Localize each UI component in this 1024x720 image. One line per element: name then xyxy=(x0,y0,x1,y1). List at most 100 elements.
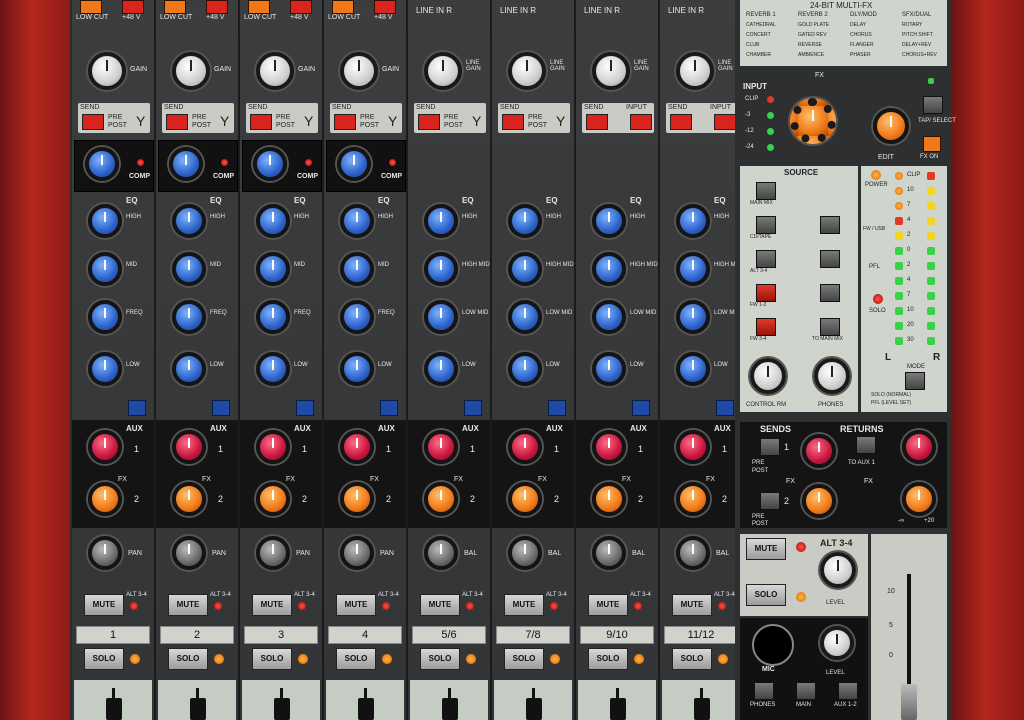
send1-master-knob[interactable] xyxy=(802,434,836,468)
fw-input-button[interactable] xyxy=(714,114,736,130)
line-gain-knob[interactable] xyxy=(592,52,630,90)
to-main-4-button[interactable] xyxy=(820,318,840,336)
mic-level-knob[interactable] xyxy=(820,626,854,660)
channel-fader-knob[interactable] xyxy=(526,698,542,720)
fx-edit-knob[interactable] xyxy=(873,108,909,144)
eq-bypass-button[interactable] xyxy=(128,400,146,416)
eq-high-knob[interactable] xyxy=(172,204,206,238)
gain-knob[interactable] xyxy=(172,52,210,90)
aux1-knob[interactable] xyxy=(676,430,710,464)
mute-button[interactable]: MUTE xyxy=(588,594,628,616)
eq-high-knob[interactable] xyxy=(676,204,710,238)
eq-low-knob[interactable] xyxy=(508,352,542,386)
eq-low-knob[interactable] xyxy=(172,352,206,386)
aux2-knob[interactable] xyxy=(340,482,374,516)
aux1-knob[interactable] xyxy=(88,430,122,464)
eq-low-knob[interactable] xyxy=(676,352,710,386)
line-gain-knob[interactable] xyxy=(424,52,462,90)
send-button[interactable] xyxy=(166,114,188,130)
send-button[interactable] xyxy=(334,114,356,130)
eq-low-knob[interactable] xyxy=(88,352,122,386)
aux1-knob[interactable] xyxy=(340,430,374,464)
solo-button[interactable]: SOLO xyxy=(336,648,376,670)
line-gain-knob[interactable] xyxy=(508,52,546,90)
channel-fader-knob[interactable] xyxy=(442,698,458,720)
eq-high_mid-knob[interactable] xyxy=(676,252,710,286)
return2-knob[interactable] xyxy=(902,482,936,516)
eq-mid-knob[interactable] xyxy=(256,252,290,286)
eq-low_mid-knob[interactable] xyxy=(508,300,542,334)
solo-button[interactable]: SOLO xyxy=(84,648,124,670)
eq-high-knob[interactable] xyxy=(340,204,374,238)
solo-button[interactable]: SOLO xyxy=(168,648,208,670)
mute-button[interactable]: MUTE xyxy=(672,594,712,616)
source-1-button[interactable] xyxy=(756,216,776,234)
to-main-1-button[interactable] xyxy=(820,216,840,234)
return-to-aux1-button[interactable] xyxy=(856,436,876,454)
solo-button[interactable]: SOLO xyxy=(672,648,712,670)
comp-knob[interactable] xyxy=(337,147,371,181)
gain-knob[interactable] xyxy=(88,52,126,90)
aux1-knob[interactable] xyxy=(256,430,290,464)
solo-button[interactable]: SOLO xyxy=(588,648,628,670)
send-button[interactable] xyxy=(418,114,440,130)
channel-fader-knob[interactable] xyxy=(190,698,206,720)
aux1-knob[interactable] xyxy=(508,430,542,464)
aux12-assign-button[interactable] xyxy=(838,682,858,700)
alt34-mute-button[interactable]: MUTE xyxy=(746,538,786,560)
eq-low-knob[interactable] xyxy=(592,352,626,386)
gain-knob[interactable] xyxy=(256,52,294,90)
aux2-knob[interactable] xyxy=(676,482,710,516)
send2-pre-post-button[interactable] xyxy=(760,492,780,510)
fx-on-button[interactable] xyxy=(923,136,941,152)
channel-fader-knob[interactable] xyxy=(106,698,122,720)
pan-knob[interactable] xyxy=(424,536,458,570)
eq-freq-knob[interactable] xyxy=(88,300,122,334)
eq-bypass-button[interactable] xyxy=(296,400,314,416)
send-button[interactable] xyxy=(502,114,524,130)
source-3-button[interactable] xyxy=(756,284,776,302)
gain-knob[interactable] xyxy=(340,52,378,90)
eq-bypass-button[interactable] xyxy=(632,400,650,416)
solo-button[interactable]: SOLO xyxy=(420,648,460,670)
aux2-knob[interactable] xyxy=(592,482,626,516)
eq-freq-knob[interactable] xyxy=(340,300,374,334)
alt34-solo-button[interactable]: SOLO xyxy=(746,584,786,606)
mute-button[interactable]: MUTE xyxy=(84,594,124,616)
aux2-knob[interactable] xyxy=(424,482,458,516)
pan-knob[interactable] xyxy=(88,536,122,570)
mute-button[interactable]: MUTE xyxy=(504,594,544,616)
return1-knob[interactable] xyxy=(902,430,936,464)
channel-fader-knob[interactable] xyxy=(358,698,374,720)
low-cut-button[interactable] xyxy=(332,0,354,14)
comp-knob[interactable] xyxy=(169,147,203,181)
fw-input-button[interactable] xyxy=(630,114,652,130)
pan-knob[interactable] xyxy=(172,536,206,570)
eq-mid-knob[interactable] xyxy=(172,252,206,286)
eq-bypass-button[interactable] xyxy=(548,400,566,416)
source-0-button[interactable] xyxy=(756,182,776,200)
aux1-knob[interactable] xyxy=(592,430,626,464)
pan-knob[interactable] xyxy=(256,536,290,570)
pan-knob[interactable] xyxy=(340,536,374,570)
low-cut-button[interactable] xyxy=(164,0,186,14)
eq-high_mid-knob[interactable] xyxy=(508,252,542,286)
send-button[interactable] xyxy=(670,114,692,130)
eq-bypass-button[interactable] xyxy=(716,400,734,416)
eq-high-knob[interactable] xyxy=(592,204,626,238)
aux2-knob[interactable] xyxy=(508,482,542,516)
aux2-knob[interactable] xyxy=(88,482,122,516)
eq-low-knob[interactable] xyxy=(256,352,290,386)
eq-mid-knob[interactable] xyxy=(340,252,374,286)
eq-high-knob[interactable] xyxy=(88,204,122,238)
eq-freq-knob[interactable] xyxy=(256,300,290,334)
eq-bypass-button[interactable] xyxy=(212,400,230,416)
eq-high-knob[interactable] xyxy=(256,204,290,238)
solo-button[interactable]: SOLO xyxy=(252,648,292,670)
send-button[interactable] xyxy=(250,114,272,130)
fx-preset-select-knob[interactable] xyxy=(790,98,836,144)
eq-high_mid-knob[interactable] xyxy=(592,252,626,286)
aux2-knob[interactable] xyxy=(256,482,290,516)
line-gain-knob[interactable] xyxy=(676,52,714,90)
channel-fader-knob[interactable] xyxy=(694,698,710,720)
